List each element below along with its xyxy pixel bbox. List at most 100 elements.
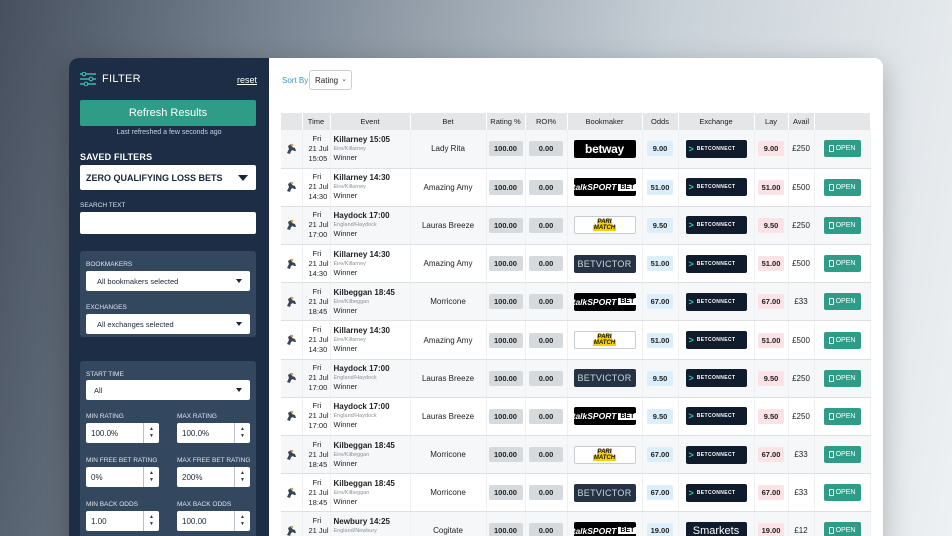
bookmaker-cell[interactable]: talkSPORT BET xyxy=(567,168,643,207)
start-time-select[interactable]: All xyxy=(86,380,250,400)
open-button[interactable]: OPEN xyxy=(823,484,861,502)
avail-cell: £33 xyxy=(788,435,815,475)
sort-by-select[interactable]: Rating ⌄ xyxy=(309,70,352,90)
exchanges-select[interactable]: All exchanges selected xyxy=(86,314,250,334)
open-button[interactable]: OPEN xyxy=(823,140,861,158)
caret-down-icon xyxy=(236,322,242,326)
bookmaker-cell[interactable]: PARI MATCH xyxy=(567,320,643,360)
bet-cell: Cogitate xyxy=(410,511,487,536)
event-name[interactable]: Killarney 14:30 xyxy=(334,250,410,260)
roi-cell: 0.00 xyxy=(525,130,568,169)
filter-sidebar: FILTER reset Refresh Results Last refres… xyxy=(69,58,269,536)
open-button[interactable]: OPEN xyxy=(823,446,861,464)
bookmaker-cell[interactable]: PARI MATCH xyxy=(567,206,643,246)
table-row: Fri 21 Jul 15:05 Killarney 15:05 Eire/Killar… xyxy=(281,130,871,169)
open-button[interactable]: OPEN xyxy=(823,522,861,536)
odds-cell: 9.50 xyxy=(642,206,679,246)
event-market: Winner xyxy=(333,152,358,162)
stepper-arrows-icon[interactable]: ▲ ▼ xyxy=(143,467,159,487)
table-header-row: Time Event Bet Rating % ROI% Bookmaker Odds Exc… xyxy=(281,113,871,130)
open-cell: OPEN xyxy=(814,282,871,322)
event-name[interactable]: Kilbeggan 18:45 xyxy=(334,288,410,298)
exchange-cell[interactable]: > BETCONNECT xyxy=(678,206,755,246)
min-rating-field[interactable]: 100.0% ▲ ▼ xyxy=(86,423,159,443)
open-button[interactable]: OPEN xyxy=(823,255,861,273)
parimatch-logo: PARI MATCH xyxy=(573,445,636,464)
reset-link[interactable]: reset xyxy=(237,75,257,85)
event-name[interactable]: Newbury 14:25 xyxy=(334,517,410,527)
bet-cell: Morricone xyxy=(410,282,487,322)
lay-cell: 9.00 xyxy=(754,130,789,169)
bet-cell: Morricone xyxy=(410,473,487,513)
refresh-results-button[interactable]: Refresh Results xyxy=(80,100,256,126)
avail-cell: £500 xyxy=(788,320,815,360)
open-button[interactable]: OPEN xyxy=(823,407,861,425)
event-name[interactable]: Killarney 14:30 xyxy=(334,326,410,336)
avail-cell: £12 xyxy=(788,511,815,536)
table-row: Fri 21 Jul 17:00 Haydock 17:00 England/Haydo… xyxy=(281,206,871,246)
exchange-cell[interactable]: > BETCONNECT xyxy=(678,130,755,169)
event-name[interactable]: Killarney 14:30 xyxy=(334,173,410,183)
bookmaker-cell[interactable]: talkSPORT BET xyxy=(567,397,643,437)
bet-cell: Lauras Breeze xyxy=(410,359,487,398)
event-location: Eire/Kilbeggan xyxy=(333,489,370,496)
lay-cell: 67.00 xyxy=(754,435,789,475)
open-button[interactable]: OPEN xyxy=(823,178,861,196)
min-free-bet-field[interactable]: 0% ▲ ▼ xyxy=(86,467,159,487)
exchange-cell[interactable]: > BETCONNECT xyxy=(678,320,755,360)
bookmaker-cell[interactable]: BETVICTOR xyxy=(567,473,643,513)
roi-cell: 0.00 xyxy=(525,244,568,284)
exchange-cell[interactable]: > BETCONNECT xyxy=(678,244,755,284)
exchange-cell[interactable]: > BETCONNECT xyxy=(678,168,755,207)
exchanges-label: EXCHANGES xyxy=(86,304,127,311)
last-refreshed-text: Last refreshed a few seconds ago xyxy=(116,129,222,136)
event-name[interactable]: Haydock 17:00 xyxy=(334,364,410,374)
event-name[interactable]: Kilbeggan 18:45 xyxy=(334,479,410,489)
lay-cell: 9.50 xyxy=(754,206,789,246)
sport-cell xyxy=(281,168,303,207)
table-row: Fri 21 Jul 17:00 Haydock 17:00 England/Haydo… xyxy=(281,397,871,437)
stepper-arrows-icon[interactable]: ▲ ▼ xyxy=(143,423,159,443)
talksport-bet-logo: talkSPORT BET xyxy=(573,407,636,426)
event-name[interactable]: Killarney 15:05 xyxy=(334,135,410,145)
exchange-cell[interactable]: > BETCONNECT xyxy=(678,397,755,437)
max-rating-field[interactable]: 100.0% ▲ ▼ xyxy=(177,423,250,443)
event-market: Winner xyxy=(333,191,358,201)
stepper-arrows-icon[interactable]: ▲ ▼ xyxy=(234,511,250,531)
stepper-arrows-icon[interactable]: ▲ ▼ xyxy=(234,423,250,443)
search-input[interactable] xyxy=(80,212,256,234)
open-button[interactable]: OPEN xyxy=(823,369,861,387)
event-name[interactable]: Kilbeggan 18:45 xyxy=(334,441,410,451)
bookmaker-cell[interactable]: PARI MATCH xyxy=(567,435,643,475)
exchange-cell[interactable]: > BETCONNECT xyxy=(678,435,755,475)
event-cell: Kilbeggan 18:45 Eire/Kilbeggan Winner xyxy=(330,473,411,513)
max-back-odds-field[interactable]: 100.00 ▲ ▼ xyxy=(177,511,250,531)
stepper-arrows-icon[interactable]: ▲ ▼ xyxy=(143,511,159,531)
bookmaker-cell[interactable]: talkSPORT BET xyxy=(567,511,643,536)
stepper-arrows-icon[interactable]: ▲ ▼ xyxy=(234,467,250,487)
open-button[interactable]: OPEN xyxy=(823,293,861,311)
event-name[interactable]: Haydock 17:00 xyxy=(334,211,410,221)
open-button[interactable]: OPEN xyxy=(823,216,861,234)
open-button[interactable]: OPEN xyxy=(823,331,861,349)
exchange-cell[interactable]: > BETCONNECT xyxy=(678,359,755,398)
column-header: ROI% xyxy=(525,113,568,130)
sport-cell xyxy=(281,511,303,536)
calculator-icon xyxy=(828,374,834,382)
bookmaker-cell[interactable]: BETVICTOR xyxy=(567,359,643,398)
exchange-cell[interactable]: > BETCONNECT xyxy=(678,473,755,513)
min-back-odds-field[interactable]: 1.00 ▲ ▼ xyxy=(86,511,159,531)
bookmakers-select[interactable]: All bookmakers selected xyxy=(86,271,250,291)
exchange-cell[interactable]: > BETCONNECT xyxy=(678,282,755,322)
saved-filter-value: ZERO QUALIFYING LOSS BETS xyxy=(86,172,223,183)
saved-filters-select[interactable]: ZERO QUALIFYING LOSS BETS xyxy=(80,165,256,190)
avail-cell: £33 xyxy=(788,282,815,322)
time-cell: Fri 21 Jul 18:45 xyxy=(302,282,331,322)
exchange-cell[interactable]: Smarkets xyxy=(678,511,755,536)
bookmaker-cell[interactable]: talkSPORT BET xyxy=(567,282,643,322)
event-name[interactable]: Haydock 17:00 xyxy=(334,402,410,412)
bookmaker-cell[interactable]: betway xyxy=(567,130,643,169)
bookmaker-cell[interactable]: BETVICTOR xyxy=(567,244,643,284)
range-filters-panel: START TIME All MIN RATING MAX RATING 100… xyxy=(80,361,256,536)
max-free-bet-field[interactable]: 200% ▲ ▼ xyxy=(177,467,250,487)
